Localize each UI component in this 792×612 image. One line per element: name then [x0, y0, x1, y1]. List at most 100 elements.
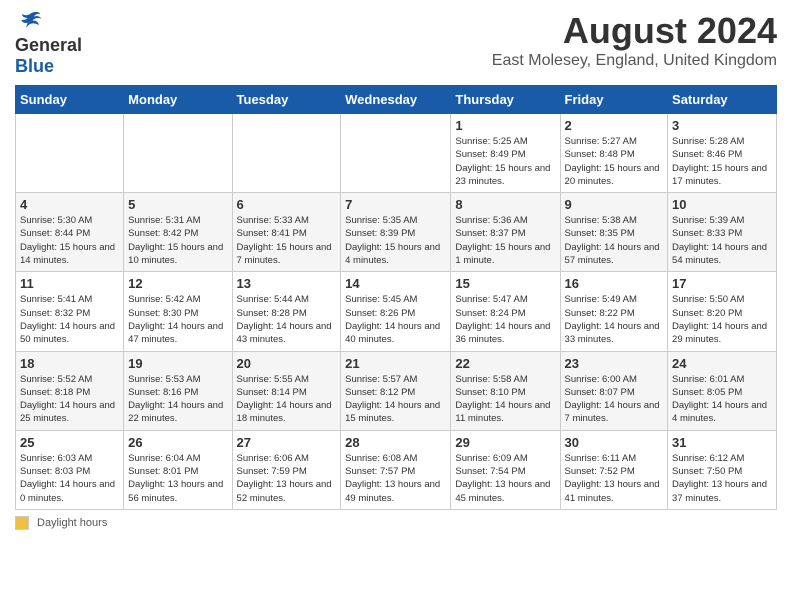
day-info: Sunrise: 5:52 AM Sunset: 8:18 PM Dayligh…: [20, 373, 119, 426]
calendar-cell: 14Sunrise: 5:45 AM Sunset: 8:26 PM Dayli…: [341, 272, 451, 351]
day-info: Sunrise: 6:09 AM Sunset: 7:54 PM Dayligh…: [455, 452, 555, 505]
calendar-cell: 5 Sunrise: 5:31 AM Sunset: 8:42 PM Daylig…: [124, 193, 232, 272]
calendar-cell: 24Sunrise: 6:01 AM Sunset: 8:05 PM Dayli…: [668, 351, 777, 430]
calendar-cell: [232, 114, 341, 193]
calendar-cell: [341, 114, 451, 193]
day-number: 28: [345, 435, 446, 450]
logo: General Blue: [15, 10, 82, 77]
calendar-cell: 2 Sunrise: 5:27 AM Sunset: 8:48 PM Daylig…: [560, 114, 668, 193]
calendar-cell: 31 Sunrise: 6:12 AM Sunset: 7:50 PM Dayli…: [668, 430, 777, 509]
calendar-cell: 4 Sunrise: 5:30 AM Sunset: 8:44 PM Daylig…: [16, 193, 124, 272]
day-number: 15: [455, 276, 555, 291]
day-info: Sunrise: 6:12 AM Sunset: 7:50 PM Dayligh…: [672, 452, 772, 505]
day-number: 2: [565, 118, 664, 133]
calendar-cell: 8 Sunrise: 5:36 AM Sunset: 8:37 PM Daylig…: [451, 193, 560, 272]
page: General Blue August 2024 East Molesey, E…: [0, 0, 792, 540]
day-info: Sunrise: 5:35 AM Sunset: 8:39 PM Dayligh…: [345, 214, 446, 267]
title-block: August 2024 East Molesey, England, Unite…: [492, 10, 777, 70]
day-info: Sunrise: 5:39 AM Sunset: 8:33 PM Dayligh…: [672, 214, 772, 267]
day-number: 23: [565, 356, 664, 371]
calendar-cell: 3 Sunrise: 5:28 AM Sunset: 8:46 PM Daylig…: [668, 114, 777, 193]
calendar-header-day: Saturday: [668, 86, 777, 114]
day-info: Sunrise: 6:03 AM Sunset: 8:03 PM Dayligh…: [20, 452, 119, 505]
day-number: 10: [672, 197, 772, 212]
day-number: 8: [455, 197, 555, 212]
day-info: Sunrise: 5:45 AM Sunset: 8:26 PM Dayligh…: [345, 293, 446, 346]
calendar-cell: [16, 114, 124, 193]
calendar-week-row: 11 Sunrise: 5:41 AM Sunset: 8:32 PM Dayli…: [16, 272, 777, 351]
day-number: 7: [345, 197, 446, 212]
calendar-cell: 10 Sunrise: 5:39 AM Sunset: 8:33 PM Dayli…: [668, 193, 777, 272]
day-info: Sunrise: 5:53 AM Sunset: 8:16 PM Dayligh…: [128, 373, 227, 426]
day-number: 17: [672, 276, 772, 291]
calendar-week-row: 25 Sunrise: 6:03 AM Sunset: 8:03 PM Dayli…: [16, 430, 777, 509]
day-number: 3: [672, 118, 772, 133]
calendar-table: SundayMondayTuesdayWednesdayThursdayFrid…: [15, 85, 777, 510]
main-title: August 2024: [492, 10, 777, 52]
day-info: Sunrise: 6:00 AM Sunset: 8:07 PM Dayligh…: [565, 373, 664, 426]
calendar-cell: 6 Sunrise: 5:33 AM Sunset: 8:41 PM Daylig…: [232, 193, 341, 272]
day-number: 18: [20, 356, 119, 371]
day-info: Sunrise: 5:28 AM Sunset: 8:46 PM Dayligh…: [672, 135, 772, 188]
day-info: Sunrise: 5:50 AM Sunset: 8:20 PM Dayligh…: [672, 293, 772, 346]
day-info: Sunrise: 6:04 AM Sunset: 8:01 PM Dayligh…: [128, 452, 227, 505]
calendar-cell: 9Sunrise: 5:38 AM Sunset: 8:35 PM Daylig…: [560, 193, 668, 272]
day-number: 6: [237, 197, 337, 212]
day-info: Sunrise: 6:11 AM Sunset: 7:52 PM Dayligh…: [565, 452, 664, 505]
day-info: Sunrise: 5:33 AM Sunset: 8:41 PM Dayligh…: [237, 214, 337, 267]
day-number: 30: [565, 435, 664, 450]
day-number: 25: [20, 435, 119, 450]
footer: Daylight hours: [15, 516, 777, 530]
day-info: Sunrise: 5:44 AM Sunset: 8:28 PM Dayligh…: [237, 293, 337, 346]
calendar-cell: 11 Sunrise: 5:41 AM Sunset: 8:32 PM Dayli…: [16, 272, 124, 351]
day-info: Sunrise: 5:38 AM Sunset: 8:35 PM Dayligh…: [565, 214, 664, 267]
day-info: Sunrise: 6:08 AM Sunset: 7:57 PM Dayligh…: [345, 452, 446, 505]
day-number: 13: [237, 276, 337, 291]
day-number: 12: [128, 276, 227, 291]
day-info: Sunrise: 6:01 AM Sunset: 8:05 PM Dayligh…: [672, 373, 772, 426]
calendar-cell: [124, 114, 232, 193]
day-number: 4: [20, 197, 119, 212]
calendar-cell: 28 Sunrise: 6:08 AM Sunset: 7:57 PM Dayli…: [341, 430, 451, 509]
calendar-week-row: 18 Sunrise: 5:52 AM Sunset: 8:18 PM Dayli…: [16, 351, 777, 430]
day-info: Sunrise: 5:25 AM Sunset: 8:49 PM Dayligh…: [455, 135, 555, 188]
day-number: 5: [128, 197, 227, 212]
logo-text: General Blue: [15, 35, 82, 77]
calendar-cell: 18 Sunrise: 5:52 AM Sunset: 8:18 PM Dayli…: [16, 351, 124, 430]
calendar-cell: 29 Sunrise: 6:09 AM Sunset: 7:54 PM Dayli…: [451, 430, 560, 509]
header: General Blue August 2024 East Molesey, E…: [15, 10, 777, 77]
day-number: 31: [672, 435, 772, 450]
calendar-cell: 22 Sunrise: 5:58 AM Sunset: 8:10 PM Dayli…: [451, 351, 560, 430]
sub-title: East Molesey, England, United Kingdom: [492, 52, 777, 70]
calendar-header-day: Wednesday: [341, 86, 451, 114]
calendar-cell: 30 Sunrise: 6:11 AM Sunset: 7:52 PM Dayli…: [560, 430, 668, 509]
day-number: 19: [128, 356, 227, 371]
day-number: 22: [455, 356, 555, 371]
day-number: 20: [237, 356, 337, 371]
day-number: 29: [455, 435, 555, 450]
day-info: Sunrise: 5:57 AM Sunset: 8:12 PM Dayligh…: [345, 373, 446, 426]
calendar-cell: 13 Sunrise: 5:44 AM Sunset: 8:28 PM Dayli…: [232, 272, 341, 351]
calendar-header-day: Tuesday: [232, 86, 341, 114]
day-number: 27: [237, 435, 337, 450]
calendar-cell: 20 Sunrise: 5:55 AM Sunset: 8:14 PM Dayli…: [232, 351, 341, 430]
day-info: Sunrise: 5:30 AM Sunset: 8:44 PM Dayligh…: [20, 214, 119, 267]
calendar-cell: 23 Sunrise: 6:00 AM Sunset: 8:07 PM Dayli…: [560, 351, 668, 430]
day-info: Sunrise: 5:27 AM Sunset: 8:48 PM Dayligh…: [565, 135, 664, 188]
calendar-header-row: SundayMondayTuesdayWednesdayThursdayFrid…: [16, 86, 777, 114]
day-number: 1: [455, 118, 555, 133]
day-info: Sunrise: 5:36 AM Sunset: 8:37 PM Dayligh…: [455, 214, 555, 267]
day-number: 21: [345, 356, 446, 371]
day-info: Sunrise: 5:58 AM Sunset: 8:10 PM Dayligh…: [455, 373, 555, 426]
calendar-cell: 17 Sunrise: 5:50 AM Sunset: 8:20 PM Dayli…: [668, 272, 777, 351]
calendar-header-day: Monday: [124, 86, 232, 114]
day-number: 11: [20, 276, 119, 291]
day-info: Sunrise: 5:41 AM Sunset: 8:32 PM Dayligh…: [20, 293, 119, 346]
calendar-cell: 16Sunrise: 5:49 AM Sunset: 8:22 PM Dayli…: [560, 272, 668, 351]
day-info: Sunrise: 5:31 AM Sunset: 8:42 PM Dayligh…: [128, 214, 227, 267]
calendar-cell: 25 Sunrise: 6:03 AM Sunset: 8:03 PM Dayli…: [16, 430, 124, 509]
daylight-box-icon: [15, 516, 29, 530]
calendar-header-day: Sunday: [16, 86, 124, 114]
calendar-cell: 15Sunrise: 5:47 AM Sunset: 8:24 PM Dayli…: [451, 272, 560, 351]
day-info: Sunrise: 5:55 AM Sunset: 8:14 PM Dayligh…: [237, 373, 337, 426]
